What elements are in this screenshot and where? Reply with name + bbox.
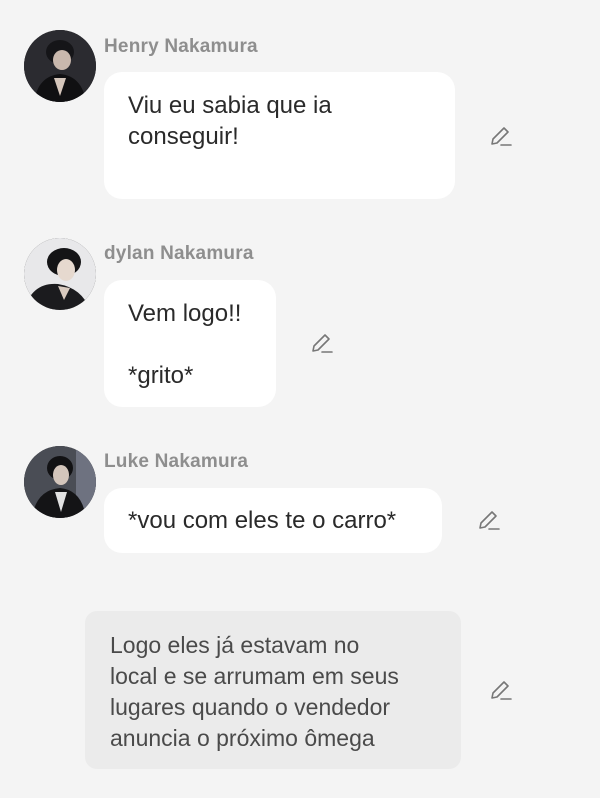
sender-name: dylan Nakamura — [104, 243, 254, 264]
pencil-icon[interactable] — [488, 124, 514, 150]
message-bubble[interactable]: Viu eu sabia que ia conseguir! — [104, 72, 455, 199]
avatar-henry-image — [24, 30, 96, 102]
avatar-henry[interactable] — [24, 30, 96, 102]
pencil-icon[interactable] — [309, 331, 335, 357]
sender-name: Henry Nakamura — [104, 36, 258, 57]
message-bubble[interactable]: *vou com eles te o carro* — [104, 488, 442, 553]
narration-bubble[interactable]: Logo eles já estavam no local e se arrum… — [85, 611, 461, 769]
avatar-dylan-image — [24, 238, 96, 310]
pencil-icon[interactable] — [476, 508, 502, 534]
avatar-luke-image — [24, 446, 96, 518]
avatar-dylan[interactable] — [24, 238, 96, 310]
avatar-luke[interactable] — [24, 446, 96, 518]
sender-name: Luke Nakamura — [104, 451, 249, 472]
message-bubble[interactable]: Vem logo!! *grito* — [104, 280, 276, 407]
pencil-icon[interactable] — [488, 678, 514, 704]
